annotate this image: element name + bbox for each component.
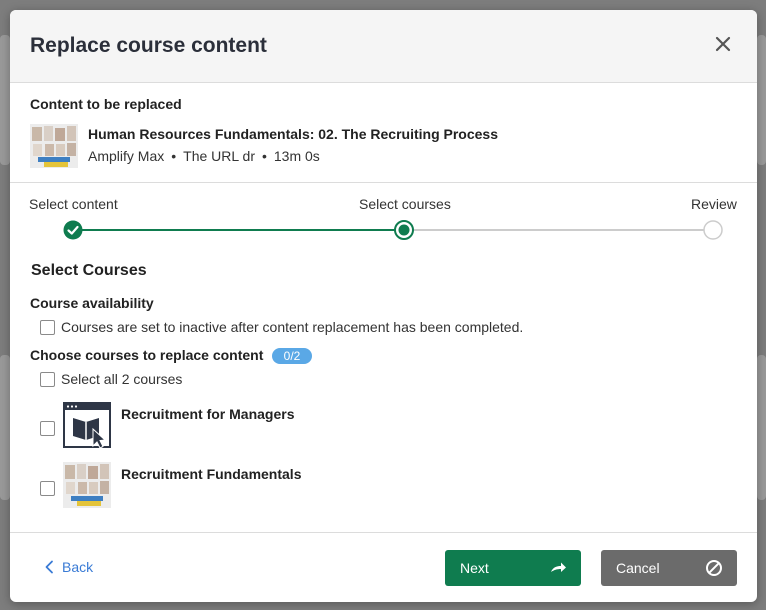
selection-count-badge: 0/2 <box>272 348 312 364</box>
section-divider <box>10 182 757 183</box>
course-title: Recruitment for Managers <box>121 406 295 422</box>
ban-icon <box>706 560 722 576</box>
course-checkbox[interactable] <box>40 421 55 436</box>
chevron-left-icon <box>45 560 53 574</box>
cancel-label: Cancel <box>616 560 660 576</box>
course-availability-label: Course availability <box>30 295 154 311</box>
course-title: Recruitment Fundamentals <box>121 466 302 482</box>
inactive-courses-label: Courses are set to inactive after conten… <box>61 319 524 335</box>
book-cursor-icon <box>63 402 111 449</box>
content-thumbnail <box>30 124 78 168</box>
step-current-icon <box>394 220 414 240</box>
modal-title: Replace course content <box>30 34 267 57</box>
content-provider: Amplify Max <box>88 148 165 164</box>
modal-header: Replace course content <box>10 10 757 83</box>
close-icon <box>715 36 731 52</box>
content-section-label: Content to be replaced <box>30 96 182 112</box>
background-card <box>757 355 766 500</box>
footer-divider <box>10 532 757 533</box>
select-all-label: Select all 2 courses <box>61 371 183 387</box>
inactive-courses-checkbox[interactable] <box>40 320 55 335</box>
back-label: Back <box>62 559 94 575</box>
content-meta: Amplify Max • The URL dr • 13m 0s <box>88 148 320 164</box>
course-thumbnail <box>63 462 111 508</box>
background-card <box>0 355 10 500</box>
course-checkbox[interactable] <box>40 481 55 496</box>
back-button[interactable]: Back <box>44 559 93 575</box>
progress-stepper <box>63 220 723 240</box>
background-card <box>0 35 10 165</box>
meta-separator: • <box>171 148 177 164</box>
next-button[interactable]: Next <box>445 550 581 586</box>
content-source: The URL dr <box>183 148 255 164</box>
step-pending-icon <box>703 220 723 240</box>
meta-separator: • <box>261 148 267 164</box>
select-courses-title: Select Courses <box>31 262 147 279</box>
step-label-select-content: Select content <box>29 196 118 212</box>
close-button[interactable] <box>713 34 733 54</box>
background-card <box>757 35 766 165</box>
step-complete-icon <box>63 220 83 240</box>
content-duration: 13m 0s <box>273 148 320 164</box>
content-title: Human Resources Fundamentals: 02. The Re… <box>88 126 499 142</box>
replace-content-modal: Replace course content Content to be rep… <box>10 10 757 602</box>
arrow-right-icon <box>551 562 566 572</box>
step-label-select-courses: Select courses <box>359 196 451 212</box>
step-label-review: Review <box>691 196 737 212</box>
next-label: Next <box>460 560 489 576</box>
choose-courses-label: Choose courses to replace content <box>30 347 264 363</box>
cancel-button[interactable]: Cancel <box>601 550 737 586</box>
select-all-checkbox[interactable] <box>40 372 55 387</box>
